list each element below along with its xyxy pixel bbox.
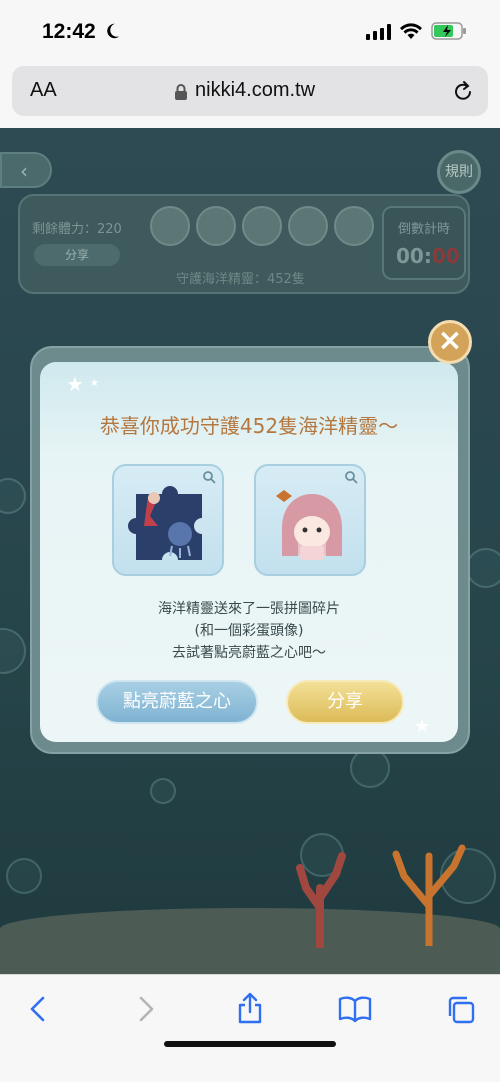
moon-icon — [107, 23, 120, 39]
bookmarks-icon[interactable] — [338, 995, 372, 1023]
puzzle-piece-card[interactable] — [112, 464, 224, 576]
close-button[interactable]: × — [428, 320, 472, 364]
message-line-3: 去試著點亮蔚藍之心吧～ — [172, 645, 326, 661]
bubble — [150, 778, 176, 804]
status-time: 12:42 — [42, 20, 96, 43]
status-bar: 12:42 — [0, 0, 500, 62]
walrus-icon — [196, 206, 236, 246]
remaining-energy: 剩餘體力：220 — [32, 222, 122, 237]
tabs-icon[interactable] — [446, 995, 476, 1025]
zoom-icon — [345, 471, 358, 484]
home-indicator — [164, 1041, 336, 1047]
status-panel: 剩餘體力：220 分享 倒數計時 00:00 守護海洋精靈：452隻 — [18, 194, 470, 294]
starfish-icon — [288, 206, 328, 246]
bubble — [466, 548, 500, 588]
crab-icon — [242, 206, 282, 246]
star-decoration: ★ — [90, 378, 99, 389]
dialog-title: 恭喜你成功守護452隻海洋精靈～ — [99, 414, 399, 438]
reader-settings-button[interactable]: AA — [30, 79, 57, 102]
reload-icon[interactable] — [452, 79, 474, 103]
address-bar[interactable]: AA nikki4.com.tw — [12, 66, 488, 116]
guard-count: 守護海洋精靈：452隻 — [176, 272, 305, 287]
share-icon[interactable] — [236, 991, 264, 1025]
battery-icon — [431, 22, 466, 40]
browser-bar: AA nikki4.com.tw — [0, 62, 500, 128]
message-line-2: (和一個彩蛋頭像) — [194, 623, 304, 639]
back-icon[interactable] — [28, 995, 48, 1023]
bubble — [0, 478, 26, 514]
countdown-label: 倒數計時 — [398, 222, 451, 237]
light-heart-button[interactable]: 點亮蔚藍之心 — [96, 680, 258, 724]
star-decoration: ★ — [414, 716, 431, 737]
panel-share-button[interactable]: 分享 — [34, 244, 120, 266]
coral-orange — [392, 844, 466, 946]
seal-icon — [150, 206, 190, 246]
coral-red — [296, 852, 346, 948]
share-button[interactable]: 分享 — [286, 680, 404, 724]
signal-icon — [366, 24, 391, 40]
lock-icon — [175, 84, 187, 100]
url-text[interactable]: nikki4.com.tw — [195, 79, 315, 102]
message-line-1: 海洋精靈送來了一張拼圖碎片 — [158, 601, 340, 617]
bubble — [0, 628, 26, 674]
countdown-timer: 倒數計時 00:00 — [382, 206, 466, 280]
star-decoration: ★ — [66, 372, 84, 396]
rules-button[interactable]: 規則 — [437, 150, 481, 194]
forward-icon[interactable] — [136, 995, 156, 1023]
browser-toolbar — [0, 974, 500, 1082]
penguin-icon — [334, 206, 374, 246]
avatar-card[interactable] — [254, 464, 366, 576]
back-arrow-icon: ‹ — [20, 159, 28, 183]
bubble — [6, 858, 42, 894]
bubble — [350, 748, 390, 788]
game-back-button[interactable]: ‹ — [0, 152, 52, 188]
wifi-icon — [400, 23, 422, 39]
countdown-value: 00:00 — [396, 244, 460, 268]
zoom-icon — [203, 471, 216, 484]
